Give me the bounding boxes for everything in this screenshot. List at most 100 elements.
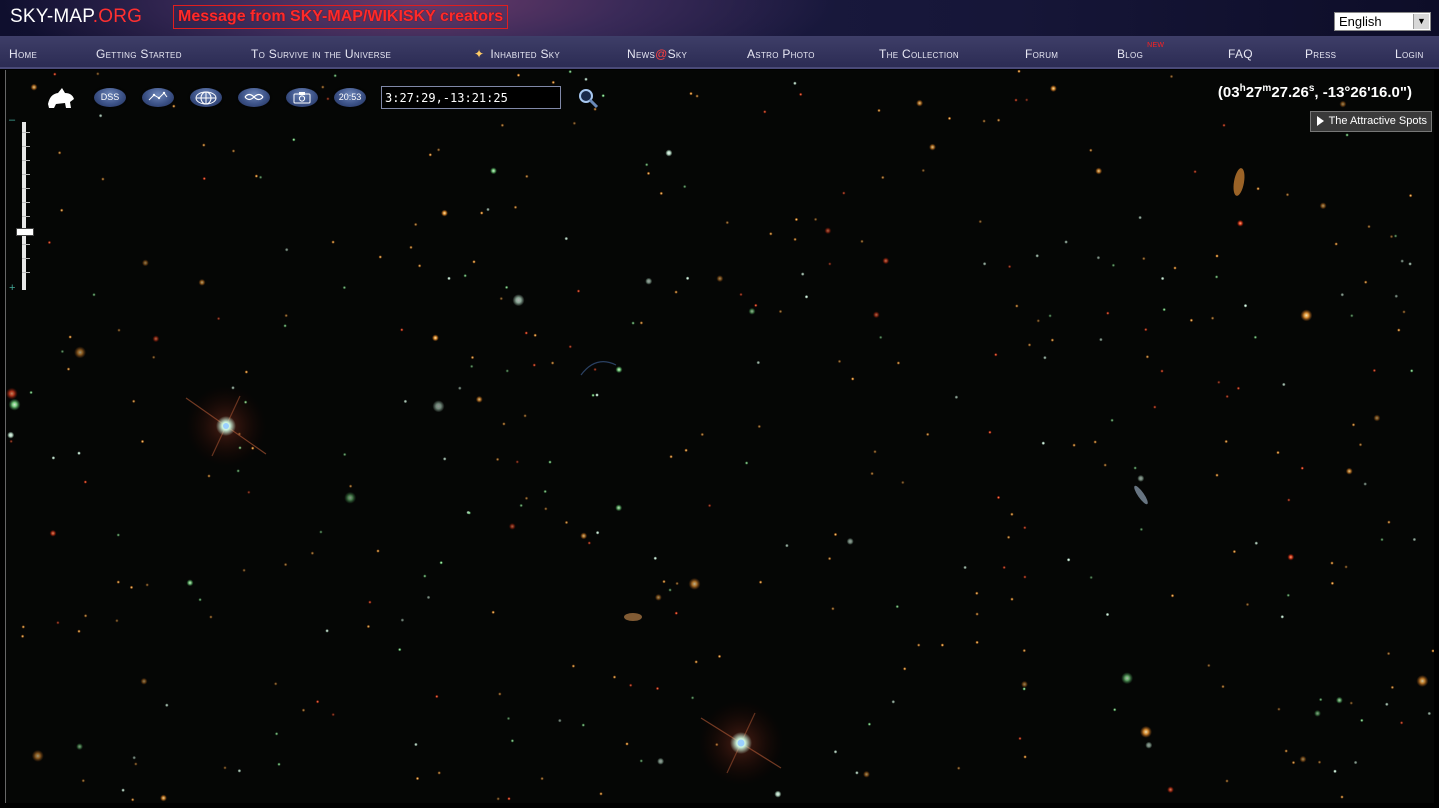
language-value: English [1339,14,1382,29]
star [116,580,121,584]
galaxy-icon[interactable] [238,88,270,107]
nav-press[interactable]: Press [1305,47,1336,61]
dog-icon[interactable] [44,84,78,110]
sky-map-view[interactable]: DSS 20:53 (03h27m27.26s, -13°26'16.0") T… [5,70,1434,803]
star [774,790,782,798]
star [495,457,500,462]
star [1284,749,1288,753]
nav-blog[interactable]: BlogNEW [1117,42,1164,61]
star [77,629,81,634]
constellation-icon[interactable] [142,88,174,107]
nav-news-sky[interactable]: News@Sky [627,47,687,61]
grid-icon[interactable] [190,88,222,107]
star [655,686,660,691]
star [877,108,881,113]
star [498,692,502,696]
star [1335,696,1343,704]
star [132,755,136,760]
star [342,285,347,290]
star [758,580,763,584]
star [1006,535,1011,540]
star [748,307,756,315]
zoom-handle[interactable] [16,228,34,236]
star [1089,148,1093,153]
coordinate-input[interactable] [381,86,561,109]
star [1167,786,1174,794]
star [1111,263,1116,268]
star [500,123,505,128]
attractive-spots-button[interactable]: The Attractive Spots [1309,111,1432,132]
star [1232,549,1237,554]
star [1215,254,1219,258]
star [994,352,998,357]
nav-forum[interactable]: Forum [1025,47,1058,61]
logo-domain: .ORG [92,6,143,27]
star [1243,303,1248,308]
nav-getting-started[interactable]: Getting Started [96,47,182,61]
star [1236,386,1241,391]
language-select[interactable]: English ▼ [1334,12,1431,31]
star [725,220,730,225]
nav-collection[interactable]: The Collection [879,47,959,61]
star [571,664,576,668]
star [152,335,160,343]
star [490,167,497,175]
star [550,361,555,365]
star [1048,314,1052,318]
star [756,360,761,365]
star [1314,709,1321,717]
star [769,232,773,236]
star [51,456,56,460]
nav-home[interactable]: Home [9,47,37,61]
star [508,522,516,530]
star [1224,439,1228,444]
star [151,355,156,360]
star [1133,466,1137,470]
star [870,471,874,476]
star [472,260,476,264]
star [1358,442,1363,447]
star [916,643,921,647]
nav-inhabited-sky[interactable]: ✦ Inhabited Sky [474,47,560,61]
star [47,240,52,245]
creators-message-link[interactable]: Message from SKY-MAP/WIKISKY creators [173,5,509,29]
star [1360,718,1364,723]
star [1345,467,1353,475]
star [1153,405,1157,409]
nav-survive[interactable]: To Survive in the Universe [251,47,391,61]
zoom-in-icon[interactable]: + [9,282,15,294]
nav-login[interactable]: Login [1395,47,1424,61]
star [400,328,404,332]
star [1372,368,1377,373]
search-icon[interactable] [577,87,599,109]
star [1351,423,1356,427]
nav-astro-photo[interactable]: Astro Photo [747,47,815,61]
star [1225,394,1229,399]
time-button[interactable]: 20:53 [334,88,366,107]
star [1027,343,1032,347]
star [804,295,809,299]
star [59,208,64,213]
star [56,620,60,625]
chevron-down-icon[interactable]: ▼ [1413,14,1429,29]
nav-faq[interactable]: FAQ [1228,47,1253,61]
star [891,700,896,704]
star [368,600,372,604]
star [491,610,496,615]
star [996,495,1001,500]
star [1145,355,1150,359]
site-logo[interactable]: SKY-MAP.ORG [10,6,142,28]
star [665,149,673,157]
star [754,303,758,308]
zoom-out-icon[interactable]: – [9,114,15,126]
zoom-slider[interactable] [16,122,34,290]
dss-button[interactable]: DSS [94,88,126,107]
star [216,316,221,321]
camera-icon[interactable] [286,88,318,107]
star [475,395,483,403]
star [1007,264,1012,269]
star [441,209,448,217]
star [1110,418,1114,423]
star [325,629,329,633]
star [496,797,501,801]
